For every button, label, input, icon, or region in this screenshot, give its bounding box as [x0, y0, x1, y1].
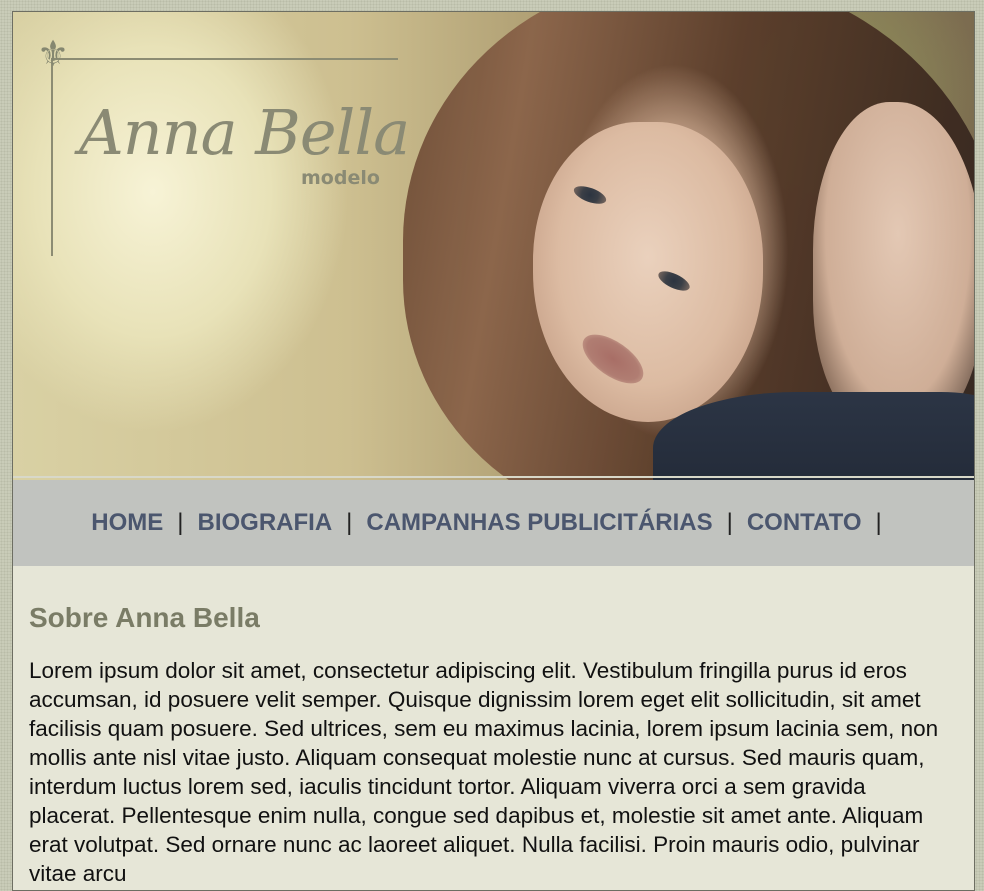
nav-link-campanhas[interactable]: CAMPANHAS PUBLICITÁRIAS: [366, 509, 712, 537]
hero-banner: ⚜ Anna Bella modelo: [13, 12, 974, 480]
brand-logo-subtitle: modelo: [301, 167, 380, 189]
body-paragraph: Lorem ipsum dolor sit amet, consectetur …: [29, 658, 939, 886]
main-content: Sobre Anna Bella Lorem ipsum dolor sit a…: [13, 566, 974, 888]
hero-photo-hand: [813, 102, 974, 432]
page-heading: Sobre Anna Bella: [29, 602, 260, 633]
nav-link-contato[interactable]: CONTATO: [747, 509, 862, 537]
hero-divider: [13, 476, 974, 478]
nav-link-biografia[interactable]: BIOGRAFIA: [197, 509, 332, 537]
fleur-de-lis-icon: ⚜: [36, 34, 70, 75]
nav-separator: |: [726, 509, 733, 536]
brand-logo-name[interactable]: Anna Bella: [79, 96, 410, 169]
hero-photo-shoulder: [653, 392, 974, 480]
logo-frame-left-line: [51, 60, 53, 256]
main-navigation: HOME | BIOGRAFIA | CAMPANHAS PUBLICITÁRI…: [13, 480, 974, 566]
page-container: ⚜ Anna Bella modelo HOME | BIOGRAFIA | C…: [12, 11, 975, 891]
hero-photo-face: [533, 122, 763, 422]
nav-separator: |: [177, 509, 184, 536]
nav-separator: |: [346, 509, 353, 536]
nav-link-home[interactable]: HOME: [91, 509, 163, 537]
logo-frame-top-line: [51, 58, 398, 60]
nav-separator: |: [875, 509, 882, 536]
